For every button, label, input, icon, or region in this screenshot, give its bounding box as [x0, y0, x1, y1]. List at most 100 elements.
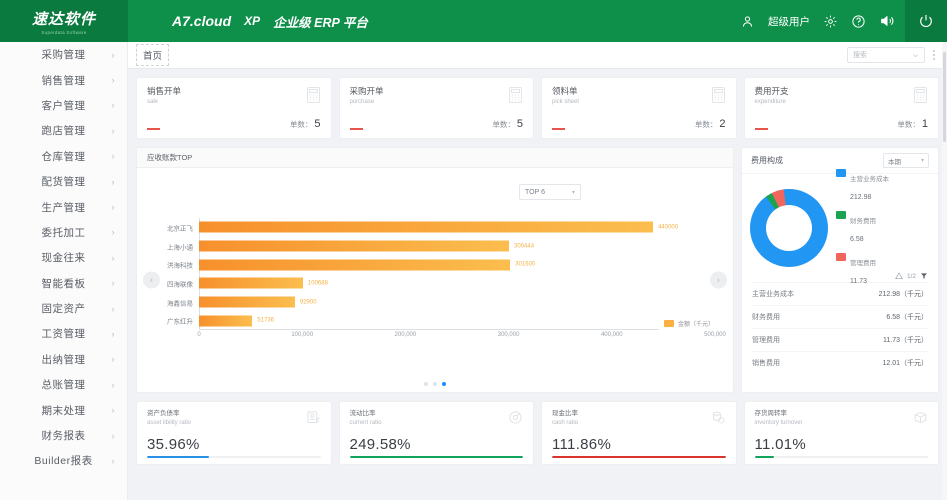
detail-name: 主营业务成本	[752, 289, 794, 299]
pagination-dot-active[interactable]	[442, 382, 446, 386]
sidebar-item-label: 跑店管理	[42, 123, 86, 138]
chevron-right-icon: ›	[717, 276, 720, 285]
sidebar-item-period-end[interactable]: 期末处理 ›	[0, 397, 127, 422]
sidebar-item-label: 客户管理	[42, 98, 86, 113]
sidebar-item-label: 工资管理	[42, 326, 86, 341]
detail-row: 销售费用 12.01（千元）	[752, 351, 928, 374]
donut-pager[interactable]: 1/2	[895, 272, 928, 280]
divider	[350, 128, 363, 130]
help-icon[interactable]	[851, 14, 866, 29]
bar-chart: TOP 6 ▾ 北京正飞440000上海小通300444洪海科技301600四海…	[137, 168, 733, 392]
stat-card-subtitle: sale	[147, 99, 181, 105]
bar-category-label: 广东红升	[167, 316, 193, 326]
pager-text: 1/2	[907, 273, 916, 280]
legend-item: 财务费用 6.58	[836, 210, 930, 246]
power-button[interactable]	[905, 0, 947, 42]
kpi-value: 35.96%	[147, 436, 321, 453]
bar[interactable]	[199, 278, 303, 289]
stat-card-title: 领料单	[552, 86, 579, 97]
kpi-card-current-ratio[interactable]: 流动比率 current ratio 249.58%	[339, 401, 535, 465]
stat-card-count-label: 单数：	[290, 120, 313, 129]
stat-card-header: 销售开单 sale	[147, 86, 321, 105]
sidebar-item-customer[interactable]: 客户管理 ›	[0, 93, 127, 118]
carousel-pagination[interactable]	[137, 382, 733, 386]
stat-card-expenditure[interactable]: 费用开支 expenditure	[744, 77, 940, 139]
plot-area: 北京正飞440000上海小通300444洪海科技301600四海联像100688…	[147, 218, 723, 348]
kpi-card-cash-ratio[interactable]: 现金比率 cash ratio 111.86%	[541, 401, 737, 465]
stat-card-pick-sheet[interactable]: 领料单 pick sheet	[541, 77, 737, 139]
sidebar-item-warehouse[interactable]: 仓库管理 ›	[0, 144, 127, 169]
x-tick-label: 400,000	[601, 332, 623, 338]
sidebar-item-sales[interactable]: 销售管理 ›	[0, 67, 127, 92]
scrollbar-thumb[interactable]	[943, 52, 946, 142]
stat-card-subtitle: pick sheet	[552, 99, 579, 105]
sidebar-item-fixed-assets[interactable]: 固定资产 ›	[0, 296, 127, 321]
brand-product: A7.cloud	[172, 13, 231, 29]
stat-card-purchase[interactable]: 采购开单 purchase	[339, 77, 535, 139]
bar[interactable]	[199, 222, 653, 233]
expense-composition-panel: 费用构成 本期 ▾	[741, 147, 939, 393]
tabbar-more-icon[interactable]	[929, 50, 939, 60]
sidebar-item-smart-board[interactable]: 智能看板 ›	[0, 271, 127, 296]
sidebar[interactable]: 采购管理 › 销售管理 › 客户管理 › 跑店管理 › 仓库管理 › 配货管理 …	[0, 42, 128, 500]
period-select[interactable]: 本期 ▾	[883, 153, 929, 168]
bar[interactable]	[199, 315, 252, 326]
warning-icon	[895, 272, 903, 280]
legend-swatch-primary-cost	[836, 169, 846, 177]
chevron-right-icon: ›	[112, 380, 116, 390]
report-icon	[306, 410, 321, 425]
current-user-label[interactable]: 超级用户	[768, 14, 810, 29]
sidebar-item-outsourcing[interactable]: 委托加工 ›	[0, 220, 127, 245]
top-n-select[interactable]: TOP 6 ▾	[519, 184, 581, 200]
erp-dashboard: 速达软件 Superdata Software A7.cloud XP 企业级 …	[0, 0, 947, 500]
sidebar-item-general-ledger[interactable]: 总账管理 ›	[0, 372, 127, 397]
donut-ring	[750, 189, 828, 267]
chevron-right-icon: ›	[112, 405, 116, 415]
sidebar-item-builder-report[interactable]: Builder报表 ›	[0, 448, 127, 473]
bar[interactable]	[199, 259, 510, 270]
legend-label: 管理费用	[850, 260, 876, 267]
sidebar-item-cash-flow[interactable]: 现金往来 ›	[0, 245, 127, 270]
chevron-left-icon: ‹	[150, 276, 153, 285]
sidebar-item-label: 仓库管理	[42, 149, 86, 164]
kpi-card-inventory-turnover[interactable]: 存货周转率 inventory turnover 11.01%	[744, 401, 940, 465]
sidebar-item-financial-report[interactable]: 财务报表 ›	[0, 423, 127, 448]
sidebar-item-payroll[interactable]: 工资管理 ›	[0, 321, 127, 346]
calculator-icon	[913, 86, 928, 104]
detail-row: 管理费用 11.73（千元）	[752, 328, 928, 351]
sidebar-item-production[interactable]: 生产管理 ›	[0, 194, 127, 219]
carousel-prev-button[interactable]: ‹	[143, 272, 160, 289]
gear-icon[interactable]	[823, 14, 838, 29]
bar-row: 上海小通300444	[199, 241, 715, 252]
tabbar-search-select[interactable]: 搜索	[847, 47, 925, 63]
bar-row: 四海联像100688	[199, 278, 715, 289]
sidebar-item-store-visit[interactable]: 跑店管理 ›	[0, 118, 127, 143]
filter-icon[interactable]	[920, 272, 928, 280]
sidebar-item-label: 生产管理	[42, 200, 86, 215]
sidebar-item-procurement[interactable]: 采购管理 ›	[0, 42, 127, 67]
chevron-down-icon	[912, 52, 919, 59]
page-scrollbar[interactable]	[942, 42, 947, 500]
bottom-strip	[128, 494, 947, 500]
sidebar-item-cashier[interactable]: 出纳管理 ›	[0, 347, 127, 372]
sound-icon[interactable]	[879, 13, 895, 29]
chevron-right-icon: ›	[112, 151, 116, 161]
panel-title: 费用构成	[751, 155, 783, 166]
kpi-card-asset-liability-ratio[interactable]: 资产负债率 asset libility ratio 35.96%	[136, 401, 332, 465]
pagination-dot[interactable]	[424, 382, 428, 386]
pagination-dot[interactable]	[433, 382, 437, 386]
chevron-right-icon: ›	[112, 202, 116, 212]
sidebar-item-distribution[interactable]: 配货管理 ›	[0, 169, 127, 194]
logo[interactable]: 速达软件 Superdata Software	[0, 0, 128, 42]
tab-home[interactable]: 首页	[136, 44, 169, 66]
top-n-value: TOP 6	[525, 189, 545, 196]
stat-card-count: 单数：2	[695, 118, 726, 130]
legend-swatch-finance-expense	[836, 211, 846, 219]
kpi-title: 资产负债率	[147, 410, 191, 419]
bar[interactable]	[199, 241, 509, 252]
carousel-next-button[interactable]: ›	[710, 272, 727, 289]
user-icon[interactable]	[740, 14, 755, 29]
stat-card-sale[interactable]: 销售开单 sale	[136, 77, 332, 139]
stat-card-header: 采购开单 purchase	[350, 86, 524, 105]
bar[interactable]	[199, 297, 295, 308]
